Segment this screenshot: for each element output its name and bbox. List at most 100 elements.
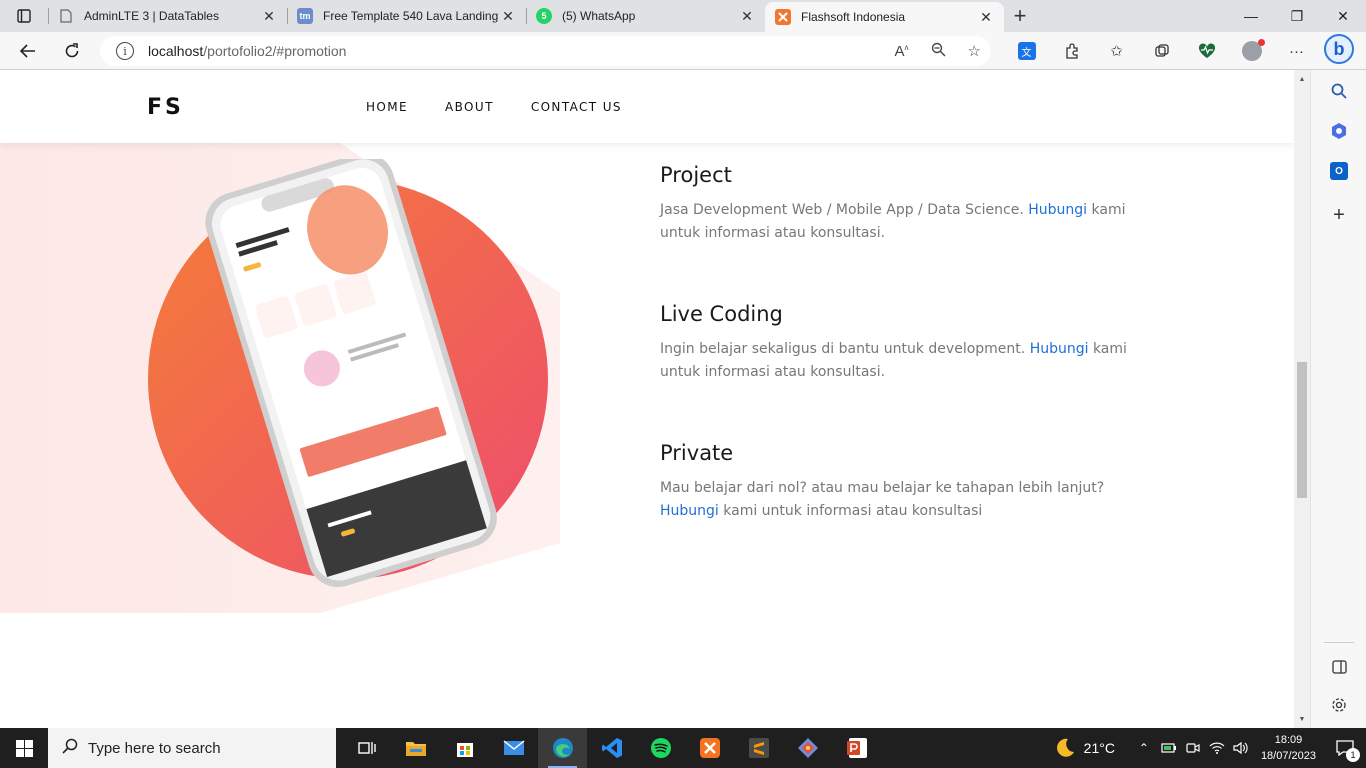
extension-icons: 文 ✩ ··· (1004, 32, 1319, 70)
feature-private: Private Mau belajar dari nol? atau mau b… (660, 441, 1140, 523)
browser-tab-flashsoft[interactable]: Flashsoft Indonesia ✕ (765, 2, 1004, 32)
edge-browser-icon[interactable] (538, 728, 587, 768)
favorites-icon[interactable]: ✩ (1094, 32, 1139, 70)
clock-date: 18/07/2023 (1260, 750, 1316, 762)
close-tab-icon[interactable]: ✕ (978, 9, 994, 25)
sidebar-divider (1324, 642, 1354, 643)
profile-avatar[interactable] (1229, 32, 1274, 70)
webpage-viewport: FS HOME ABOUT CONTACT US Project Jasa De… (0, 71, 1294, 728)
outlook-icon[interactable]: O (1311, 156, 1366, 186)
tab-actions-icon (17, 9, 31, 23)
whatsapp-icon: 5 (536, 8, 552, 24)
spotify-icon[interactable] (636, 728, 685, 768)
microsoft-store-icon[interactable] (440, 728, 489, 768)
git-app-icon[interactable] (783, 728, 832, 768)
site-navbar: FS HOME ABOUT CONTACT US (0, 71, 1294, 143)
settings-more-icon[interactable]: ··· (1274, 32, 1319, 70)
restore-button[interactable]: ❐ (1274, 0, 1320, 32)
file-explorer-icon[interactable] (391, 728, 440, 768)
notification-center-icon[interactable]: 1 (1330, 740, 1360, 762)
scroll-down-icon[interactable]: ▼ (1294, 712, 1310, 726)
windows-taskbar: Type here to search 21°C ⌃ 18:09 18/07/2… (0, 728, 1366, 768)
nav-contact-link[interactable]: CONTACT US (531, 100, 622, 114)
reload-icon (65, 42, 79, 57)
browser-tab-lava[interactable]: tm Free Template 540 Lava Landing ✕ (287, 0, 526, 32)
moon-icon (1054, 736, 1076, 761)
scroll-up-icon[interactable]: ▲ (1294, 72, 1310, 86)
close-tab-icon[interactable]: ✕ (261, 8, 277, 24)
start-button[interactable] (0, 728, 48, 768)
tab-title: Flashsoft Indonesia (801, 10, 906, 24)
hubungi-link[interactable]: Hubungi (1030, 341, 1089, 357)
sublime-text-icon[interactable] (734, 728, 783, 768)
hubungi-link[interactable]: Hubungi (660, 503, 719, 519)
flashsoft-icon (775, 9, 791, 25)
close-window-button[interactable]: ✕ (1320, 0, 1366, 32)
extensions-icon[interactable] (1049, 32, 1094, 70)
browser-tab-adminlte[interactable]: AdminLTE 3 | DataTables ✕ (48, 0, 287, 32)
browser-essentials-icon[interactable] (1184, 32, 1229, 70)
nav-home-link[interactable]: HOME (366, 100, 408, 114)
feature-description: Ingin belajar sekaligus di bantu untuk d… (660, 341, 1127, 380)
hubungi-link[interactable]: Hubungi (1028, 202, 1087, 218)
favorite-star-icon[interactable]: ☆ (968, 42, 981, 60)
wifi-icon[interactable] (1205, 742, 1229, 754)
search-sidebar-icon[interactable] (1311, 76, 1366, 106)
page-scrollbar[interactable]: ▲ ▼ (1294, 70, 1310, 728)
url-text: localhost/portofolio2/#promotion (148, 43, 347, 59)
bing-chat-icon[interactable]: b (1324, 34, 1354, 64)
xampp-icon[interactable] (685, 728, 734, 768)
minimize-button[interactable]: — (1228, 0, 1274, 32)
search-icon (62, 738, 78, 759)
translate-icon[interactable]: 文 (1004, 32, 1049, 70)
taskbar-search-box[interactable]: Type here to search (48, 728, 336, 768)
tab-title: AdminLTE 3 | DataTables (84, 9, 219, 23)
search-placeholder: Type here to search (88, 739, 221, 757)
scroll-thumb[interactable] (1297, 362, 1307, 498)
browser-tab-strip: AdminLTE 3 | DataTables ✕ tm Free Templa… (0, 0, 1366, 32)
page-icon (58, 8, 74, 24)
browser-tab-whatsapp[interactable]: 5 (5) WhatsApp ✕ (526, 0, 765, 32)
tab-actions-button[interactable] (0, 0, 48, 32)
show-hidden-icons[interactable]: ⌃ (1131, 741, 1157, 755)
taskbar-clock[interactable]: 18:09 18/07/2023 (1261, 732, 1316, 764)
reload-button[interactable] (50, 32, 94, 70)
omnibox-actions: Aʌ ☆ (895, 36, 981, 66)
meet-now-icon[interactable] (1181, 742, 1205, 754)
feature-description: Mau belajar dari nol? atau mau belajar k… (660, 480, 1105, 519)
feature-project: Project Jasa Development Web / Mobile Ap… (660, 163, 1140, 245)
browser-toolbar: i localhost/portofolio2/#promotion Aʌ ☆ … (0, 32, 1366, 70)
mail-icon[interactable] (489, 728, 538, 768)
back-button[interactable] (6, 32, 50, 70)
site-menu: HOME ABOUT CONTACT US (366, 100, 622, 114)
nav-about-link[interactable]: ABOUT (445, 100, 494, 114)
weather-widget[interactable]: 21°C (1054, 736, 1115, 761)
sidebar-layout-icon[interactable] (1311, 652, 1366, 682)
windows-logo-icon (15, 739, 33, 757)
add-sidebar-icon[interactable]: + (1311, 200, 1366, 230)
powerpoint-icon[interactable] (832, 728, 881, 768)
office-icon[interactable] (1311, 116, 1366, 146)
back-arrow-icon (20, 43, 35, 58)
site-info-icon[interactable]: i (116, 42, 134, 60)
zoom-icon[interactable] (931, 42, 946, 61)
feature-title: Project (660, 163, 732, 187)
edge-sidebar: b O + (1310, 34, 1366, 728)
volume-icon[interactable] (1229, 742, 1253, 754)
close-tab-icon[interactable]: ✕ (500, 8, 516, 24)
clock-time: 18:09 (1274, 734, 1303, 746)
close-tab-icon[interactable]: ✕ (739, 8, 755, 24)
collections-icon[interactable] (1139, 32, 1184, 70)
new-tab-button[interactable]: + (1004, 0, 1036, 32)
notification-dot (1257, 39, 1265, 46)
vscode-icon[interactable] (587, 728, 636, 768)
address-bar[interactable]: i localhost/portofolio2/#promotion Aʌ ☆ (100, 36, 991, 66)
read-aloud-icon[interactable]: Aʌ (895, 43, 909, 60)
task-view-icon[interactable] (342, 728, 391, 768)
battery-icon[interactable] (1157, 742, 1181, 754)
window-controls: — ❐ ✕ (1228, 0, 1366, 32)
sidebar-settings-gear-icon[interactable] (1311, 690, 1366, 720)
weather-temp: 21°C (1083, 740, 1115, 756)
site-logo[interactable]: FS (147, 95, 184, 120)
feature-description: Jasa Development Web / Mobile App / Data… (660, 202, 1126, 241)
